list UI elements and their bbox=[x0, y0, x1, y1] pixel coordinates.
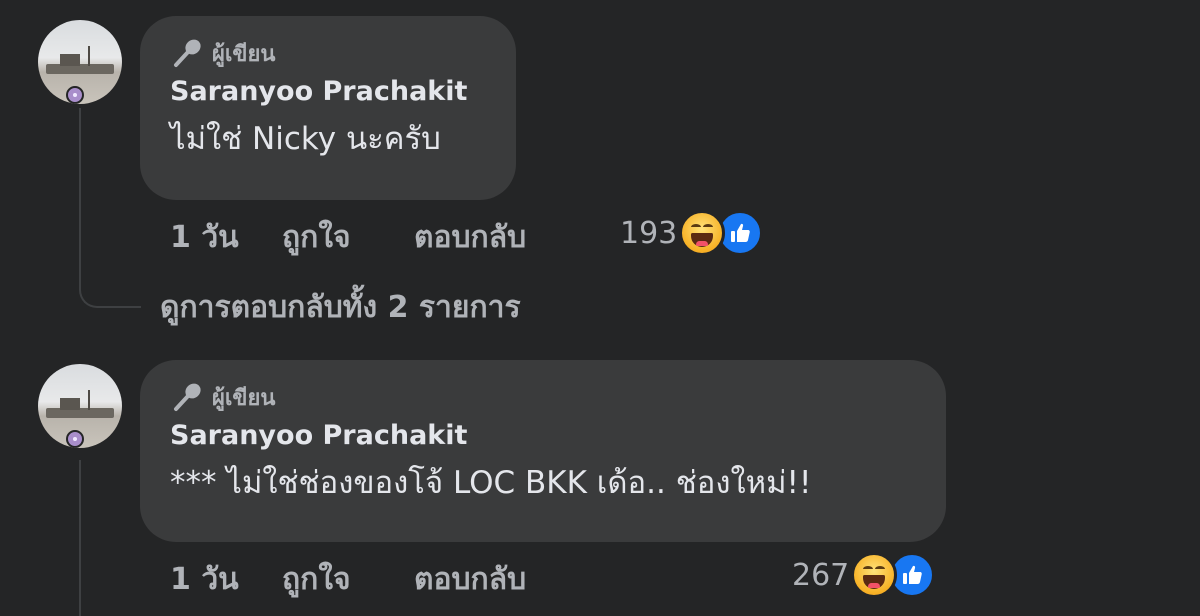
avatar[interactable] bbox=[38, 20, 122, 104]
like-button[interactable]: ถูกใจ bbox=[282, 556, 414, 603]
view-replies-link[interactable]: ดูการตอบกลับทั้ง 2 รายการ bbox=[160, 284, 521, 331]
comment-text: *** ไม่ใช่ช่องของโจ้ LOC BKK เด้อ.. ช่อง… bbox=[170, 465, 812, 501]
comment-timestamp[interactable]: 1 วัน bbox=[170, 214, 282, 261]
thread-line bbox=[79, 108, 81, 268]
commenter-name[interactable]: Saranyoo Prachakit bbox=[170, 420, 916, 451]
haha-icon bbox=[851, 552, 898, 598]
author-badge: ผู้เขียน bbox=[170, 382, 916, 412]
author-badge: ผู้เขียน bbox=[170, 38, 486, 68]
comment-thread: ผู้เขียน Saranyoo Prachakit ไม่ใช่ Nicky… bbox=[0, 0, 1200, 616]
avatar-shore bbox=[46, 408, 114, 418]
microphone-icon bbox=[170, 38, 204, 68]
avatar-hut bbox=[60, 54, 80, 66]
author-badge-label: ผู้เขียน bbox=[212, 41, 276, 67]
avatar-mast bbox=[88, 46, 90, 66]
avatar[interactable] bbox=[38, 364, 122, 448]
avatar-status-badge bbox=[66, 430, 84, 448]
comment-text: ไม่ใช่ Nicky นะครับ bbox=[170, 121, 441, 157]
avatar-hut bbox=[60, 398, 80, 410]
reply-connector bbox=[79, 262, 141, 308]
avatar-status-badge bbox=[66, 86, 84, 104]
microphone-icon bbox=[170, 382, 204, 412]
reaction-summary[interactable]: 193 bbox=[620, 210, 764, 256]
comment-actions: 1 วัน ถูกใจ ตอบกลับ bbox=[170, 214, 526, 261]
avatar-shore bbox=[46, 64, 114, 74]
comment-actions: 1 วัน ถูกใจ ตอบกลับ bbox=[170, 556, 526, 603]
comment-bubble: ผู้เขียน Saranyoo Prachakit ไม่ใช่ Nicky… bbox=[140, 16, 516, 200]
thread-line bbox=[79, 460, 81, 616]
author-badge-label: ผู้เขียน bbox=[212, 385, 276, 411]
comment-timestamp[interactable]: 1 วัน bbox=[170, 556, 282, 603]
reaction-count: 267 bbox=[792, 557, 850, 593]
reaction-summary[interactable]: 267 bbox=[792, 552, 936, 598]
like-button[interactable]: ถูกใจ bbox=[282, 214, 414, 261]
haha-icon bbox=[679, 210, 726, 256]
reaction-count: 193 bbox=[620, 215, 678, 251]
reply-button[interactable]: ตอบกลับ bbox=[414, 214, 526, 261]
commenter-name[interactable]: Saranyoo Prachakit bbox=[170, 76, 486, 107]
comment-bubble: ผู้เขียน Saranyoo Prachakit *** ไม่ใช่ช่… bbox=[140, 360, 946, 542]
reply-button[interactable]: ตอบกลับ bbox=[414, 556, 526, 603]
avatar-mast bbox=[88, 390, 90, 410]
